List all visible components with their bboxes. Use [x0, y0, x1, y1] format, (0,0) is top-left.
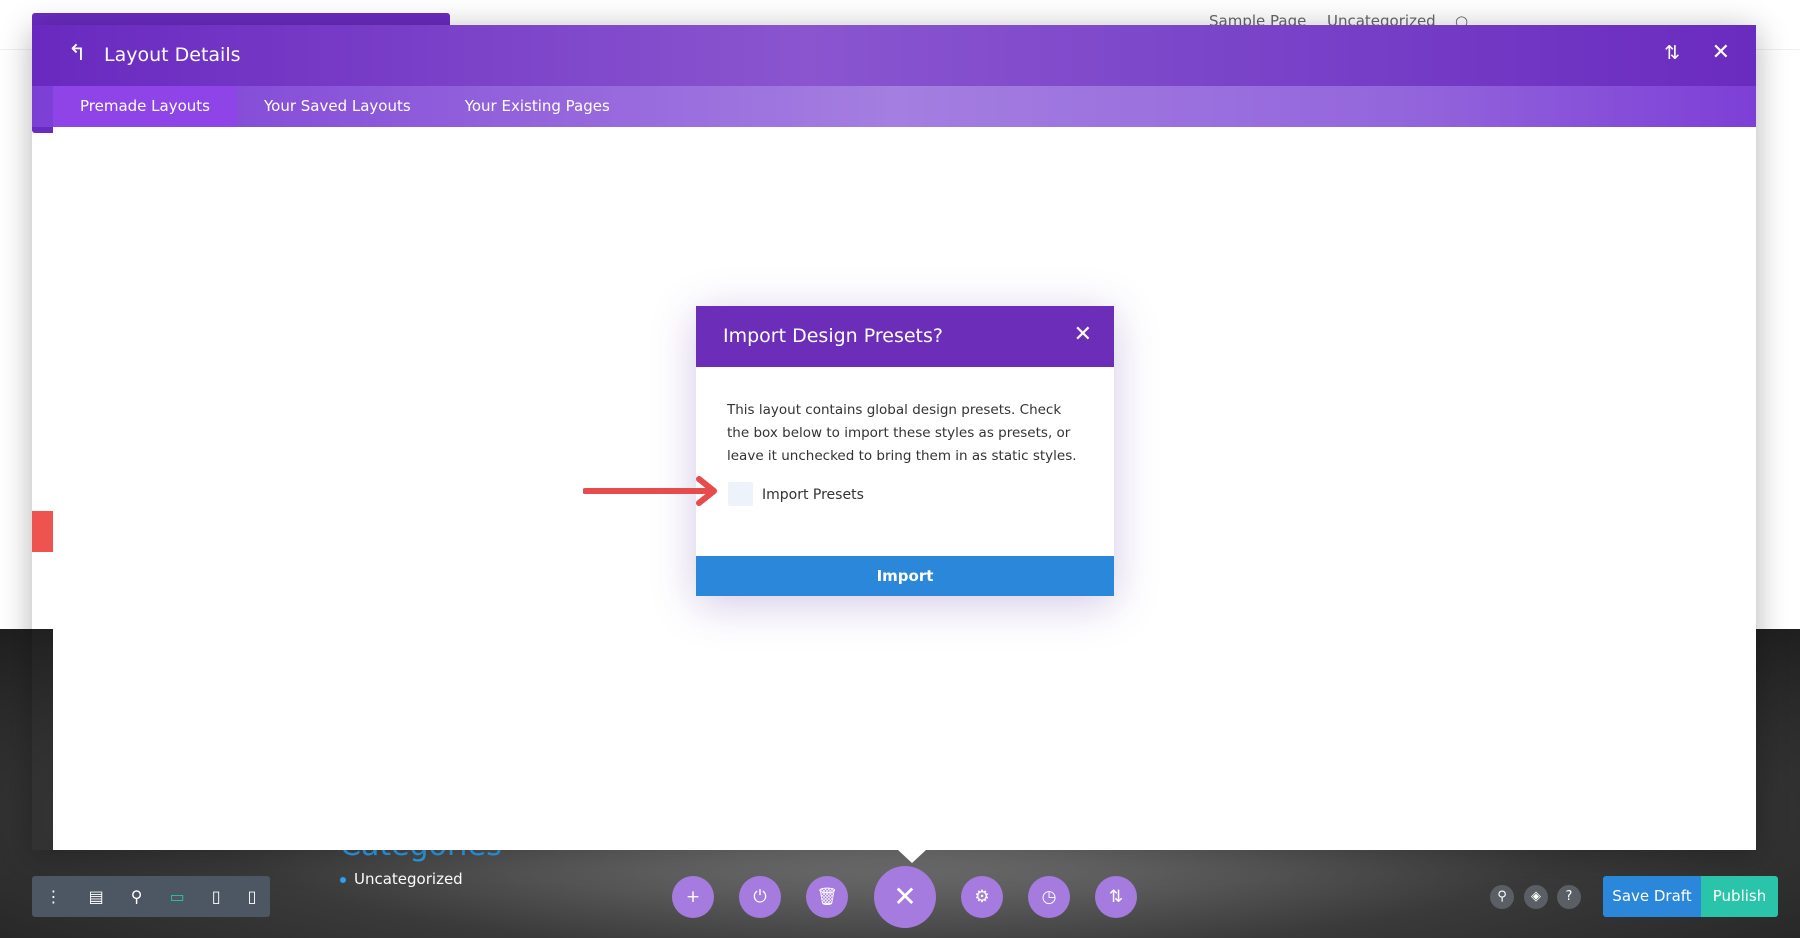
history-icon[interactable]: ◷ — [1028, 876, 1070, 918]
view-toolbar: ⋮ ▤ ⚲ ▭ ▯ ▯ — [32, 876, 270, 917]
dialog-title: Import Design Presets? — [723, 325, 943, 347]
help-icon[interactable]: ? — [1557, 885, 1581, 909]
import-button[interactable]: Import — [696, 556, 1114, 596]
sort-icon[interactable]: ⇅ — [1664, 42, 1680, 64]
category-item[interactable]: Uncategorized — [340, 870, 463, 888]
close-icon[interactable]: ✕ — [1074, 322, 1092, 347]
import-presets-checkbox[interactable] — [728, 482, 753, 506]
close-builder-icon[interactable]: ✕ — [874, 866, 936, 928]
modal-pointer — [898, 850, 926, 863]
layers-icon[interactable]: ◈ — [1524, 885, 1548, 909]
modal-header: ↰ Layout Details ⇅ ✕ — [32, 25, 1756, 86]
portability-icon[interactable]: ⇅ — [1095, 876, 1137, 918]
search-icon[interactable]: ⚲ — [1490, 885, 1514, 909]
import-presets-dialog: Import Design Presets? ✕ This layout con… — [696, 306, 1114, 596]
modal-tabs: Premade Layouts Your Saved Layouts Your … — [32, 86, 1756, 127]
wireframe-icon[interactable]: ▤ — [89, 887, 104, 906]
tablet-icon[interactable]: ▯ — [212, 887, 221, 906]
menu-icon[interactable]: ⋮ — [46, 887, 62, 906]
publish-button[interactable]: Publish — [1701, 876, 1778, 917]
power-icon[interactable]: ⏻ — [739, 876, 781, 918]
close-icon[interactable]: ✕ — [1712, 40, 1730, 65]
tab-saved-layouts[interactable]: Your Saved Layouts — [237, 86, 438, 127]
save-draft-button[interactable]: Save Draft — [1603, 876, 1701, 917]
import-presets-label[interactable]: Import Presets — [762, 487, 864, 503]
arrow-annotation-icon — [583, 476, 717, 506]
trash-icon[interactable]: 🗑 — [806, 876, 848, 918]
desktop-icon[interactable]: ▭ — [170, 887, 185, 906]
dialog-header: Import Design Presets? ✕ — [696, 306, 1114, 367]
back-icon[interactable]: ↰ — [68, 41, 86, 66]
phone-icon[interactable]: ▯ — [248, 887, 257, 906]
tab-existing-pages[interactable]: Your Existing Pages — [438, 86, 637, 127]
add-icon[interactable]: + — [672, 876, 714, 918]
tab-premade-layouts[interactable]: Premade Layouts — [53, 86, 237, 127]
dialog-text: This layout contains global design prese… — [727, 402, 1077, 464]
zoom-icon[interactable]: ⚲ — [131, 887, 143, 906]
modal-title: Layout Details — [104, 44, 241, 66]
settings-icon[interactable]: ⚙ — [961, 876, 1003, 918]
